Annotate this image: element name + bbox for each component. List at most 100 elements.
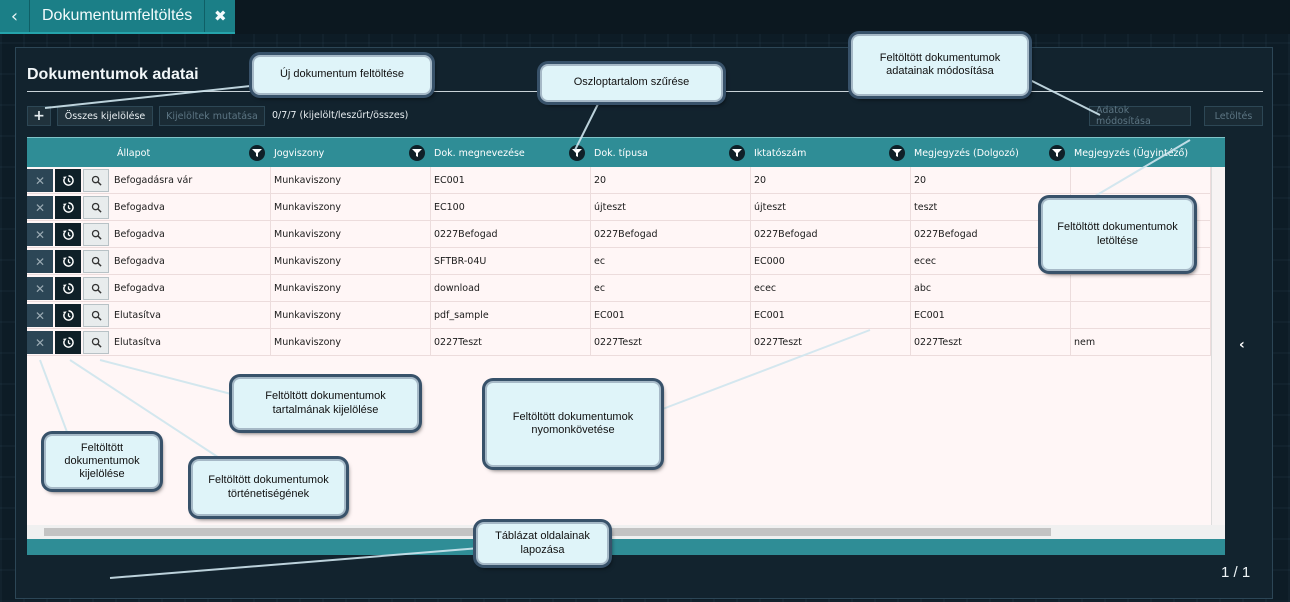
- table-cell: 0227Teszt: [911, 329, 1071, 356]
- search-icon[interactable]: [83, 223, 109, 246]
- callout-history: Feltöltött dokumentumok történetiségének: [191, 459, 346, 516]
- table-cell: nem: [1071, 329, 1211, 356]
- table-cell: ec: [591, 248, 751, 275]
- table-row[interactable]: ✕ Befogadva Munkaviszony EC100 újteszt újtesz…: [27, 194, 1211, 221]
- table-cell: pdf_sample: [431, 302, 591, 329]
- table-row[interactable]: ✕ Elutasítva Munkaviszony pdf_sample EC001 EC…: [27, 302, 1211, 329]
- table-cell: Munkaviszony: [271, 167, 431, 194]
- filter-icon[interactable]: [569, 145, 585, 161]
- callout-download: Feltöltött dokumentumok letöltése: [1041, 198, 1194, 271]
- table-cell: 20: [751, 167, 911, 194]
- filter-icon[interactable]: [729, 145, 745, 161]
- select-row-icon[interactable]: ✕: [27, 304, 53, 327]
- table-cell: 20: [911, 167, 1071, 194]
- table-cell: ec: [591, 275, 751, 302]
- table-cell: Befogadva: [111, 248, 271, 275]
- history-icon[interactable]: [55, 223, 81, 246]
- callout-modify-data: Feltöltött dokumentumok adatainak módosí…: [851, 34, 1029, 96]
- select-all-button[interactable]: Összes kijelölése: [57, 106, 153, 126]
- table-cell: Befogadva: [111, 221, 271, 248]
- table-cell: Befogadásra vár: [111, 167, 271, 194]
- search-icon[interactable]: [83, 250, 109, 273]
- table-cell: Befogadva: [111, 194, 271, 221]
- search-icon[interactable]: [83, 169, 109, 192]
- select-row-icon[interactable]: ✕: [27, 223, 53, 246]
- table-cell: 0227Befogad: [751, 221, 911, 248]
- table-cell: EC100: [431, 194, 591, 221]
- search-icon[interactable]: [83, 277, 109, 300]
- table-cell: Munkaviszony: [271, 194, 431, 221]
- column-header-file-number[interactable]: Iktatószám: [754, 138, 806, 168]
- table-row[interactable]: ✕ Befogadva Munkaviszony download ec ecec abc: [27, 275, 1211, 302]
- close-icon[interactable]: ✖: [205, 0, 235, 32]
- search-icon[interactable]: [83, 196, 109, 219]
- vertical-scrollbar[interactable]: [1211, 167, 1225, 525]
- table-cell: 0227Teszt: [591, 329, 751, 356]
- side-panel-toggle-icon[interactable]: ‹: [1239, 337, 1245, 353]
- select-row-icon[interactable]: ✕: [27, 196, 53, 219]
- add-document-button[interactable]: +: [27, 106, 51, 126]
- table-cell: [1071, 275, 1211, 302]
- table-cell: 0227Teszt: [751, 329, 911, 356]
- table-cell: EC000: [751, 248, 911, 275]
- tab-title[interactable]: Dokumentumfeltöltés: [30, 0, 206, 32]
- table-cell: 0227Teszt: [431, 329, 591, 356]
- history-icon[interactable]: [55, 196, 81, 219]
- table-cell: download: [431, 275, 591, 302]
- horizontal-scrollbar[interactable]: [27, 525, 1225, 539]
- filter-icon[interactable]: [889, 145, 905, 161]
- filter-icon[interactable]: [1049, 145, 1065, 161]
- column-header-doc-type[interactable]: Dok. típusa: [594, 138, 648, 168]
- back-icon[interactable]: ‹: [0, 0, 30, 32]
- download-button[interactable]: Letöltés: [1204, 106, 1263, 126]
- table-cell: EC001: [431, 167, 591, 194]
- search-icon[interactable]: [83, 304, 109, 327]
- callout-select-content: Feltöltött dokumentumok tartalmának kije…: [232, 377, 419, 430]
- history-icon[interactable]: [55, 250, 81, 273]
- column-header-relation[interactable]: Jogviszony: [274, 138, 324, 168]
- table-cell: Elutasítva: [111, 329, 271, 356]
- search-icon[interactable]: [83, 331, 109, 354]
- table-cell: 0227Befogad: [591, 221, 751, 248]
- history-icon[interactable]: [55, 169, 81, 192]
- callout-select-docs: Feltöltött dokumentumok kijelölése: [44, 434, 160, 489]
- history-icon[interactable]: [55, 331, 81, 354]
- table-row[interactable]: ✕ Elutasítva Munkaviszony 0227Teszt 0227Tesz…: [27, 329, 1211, 356]
- table-cell: Munkaviszony: [271, 302, 431, 329]
- table-cell: Munkaviszony: [271, 221, 431, 248]
- grid-footer: [27, 539, 1225, 555]
- select-row-icon[interactable]: ✕: [27, 277, 53, 300]
- table-cell: SFTBR-04U: [431, 248, 591, 275]
- documents-panel: Dokumentumok adatai + Összes kijelölése …: [15, 47, 1273, 599]
- column-header-employee-note[interactable]: Megjegyzés (Dolgozó): [914, 138, 1019, 168]
- table-cell: [1071, 167, 1211, 194]
- section-title: Dokumentumok adatai: [27, 66, 199, 83]
- history-icon[interactable]: [55, 277, 81, 300]
- column-header-doc-name[interactable]: Dok. megnevezése: [434, 138, 525, 168]
- table-cell: Munkaviszony: [271, 248, 431, 275]
- show-selected-button[interactable]: Kijelöltek mutatása: [159, 106, 265, 126]
- table-cell: Munkaviszony: [271, 329, 431, 356]
- select-row-icon[interactable]: ✕: [27, 169, 53, 192]
- table-cell: EC001: [751, 302, 911, 329]
- table-cell: EC001: [591, 302, 751, 329]
- table-cell: [1071, 302, 1211, 329]
- history-icon[interactable]: [55, 304, 81, 327]
- column-header-admin-note[interactable]: Megjegyzés (Ügyintéző): [1074, 138, 1188, 168]
- select-row-icon[interactable]: ✕: [27, 250, 53, 273]
- table-row[interactable]: ✕ Befogadásra vár Munkaviszony EC001 20 20 20: [27, 167, 1211, 194]
- tab-strip: ‹ Dokumentumfeltöltés ✖: [0, 0, 236, 34]
- modify-data-button[interactable]: Adatok módosítása: [1089, 105, 1191, 127]
- callout-paging: Táblázat oldalainak lapozása: [476, 522, 609, 565]
- filter-icon[interactable]: [249, 145, 265, 161]
- table-cell: ecec: [751, 275, 911, 302]
- table-row[interactable]: ✕ Befogadva Munkaviszony 0227Befogad 0227Bef…: [27, 221, 1211, 248]
- callout-new-upload: Új dokumentum feltöltése: [252, 55, 432, 95]
- select-row-icon[interactable]: ✕: [27, 331, 53, 354]
- table-cell: 0227Befogad: [431, 221, 591, 248]
- table-row[interactable]: ✕ Befogadva Munkaviszony SFTBR-04U ec EC000 ec…: [27, 248, 1211, 275]
- table-cell: újteszt: [751, 194, 911, 221]
- callout-tracking: Feltöltött dokumentumok nyomonkövetése: [485, 381, 661, 467]
- filter-icon[interactable]: [409, 145, 425, 161]
- column-header-state[interactable]: Állapot: [117, 138, 150, 168]
